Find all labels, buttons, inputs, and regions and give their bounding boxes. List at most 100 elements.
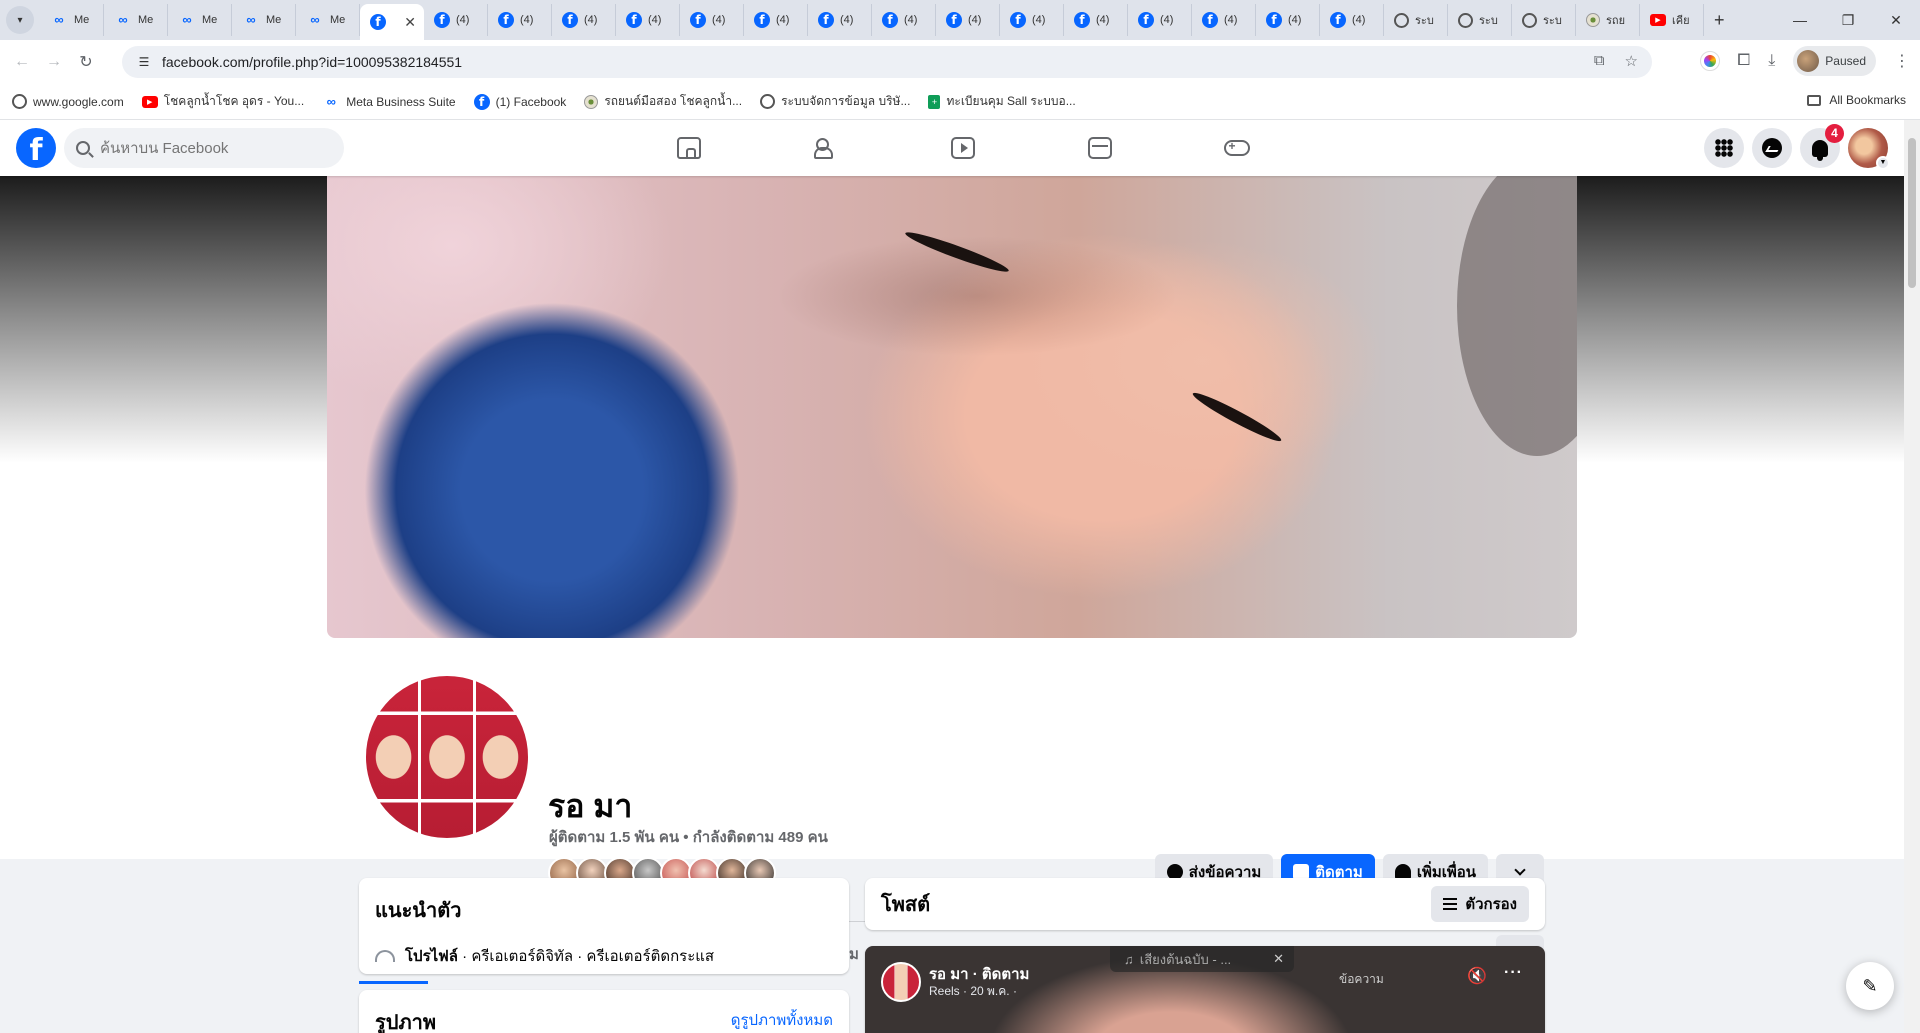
notifications-button[interactable]: 4 (1800, 124, 1844, 168)
see-all-photos-link[interactable]: ดูรูปภาพทั้งหมด (731, 1008, 833, 1032)
browser-tab[interactable]: f (4) (1000, 4, 1064, 36)
browser-tab[interactable]: รถย (1576, 4, 1640, 36)
intro-category-bold: โปรไฟล์ (405, 948, 458, 965)
mute-icon[interactable]: 🔇 (1467, 966, 1487, 986)
meta-icon: ∞ (54, 12, 64, 27)
browser-tab[interactable]: f (4) (616, 4, 680, 36)
tab-title: (4) (712, 14, 726, 26)
tab-title: ระบ (1479, 15, 1498, 27)
browser-tab[interactable]: ∞ Me (40, 4, 104, 36)
nav-home[interactable] (620, 120, 757, 176)
url-text[interactable]: facebook.com/profile.php?id=100095382184… (162, 54, 462, 70)
bookmark-star-icon[interactable]: ☆ (1625, 52, 1638, 70)
scrollbar-thumb[interactable] (1908, 138, 1916, 288)
close-window-button[interactable]: ✕ (1872, 12, 1920, 29)
browser-tab[interactable]: f (4) (936, 4, 1000, 36)
browser-tab-active[interactable]: f ✕ (360, 4, 424, 40)
video-icon (950, 137, 975, 159)
new-tab-button[interactable]: + (1714, 10, 1725, 31)
profile-follow-stats[interactable]: ผู้ติดตาม 1.5 พัน คน • กำลังติดตาม 489 ค… (549, 825, 828, 849)
browser-menu-icon[interactable]: ⋮ (1894, 51, 1910, 71)
post-meta: Reels · 20 พ.ค. · (929, 984, 1017, 998)
cover-photo[interactable] (327, 176, 1577, 638)
friends-icon (813, 137, 838, 159)
browser-tab[interactable]: f (4) (1128, 4, 1192, 36)
nav-marketplace[interactable] (1031, 120, 1168, 176)
reload-button[interactable]: ↻ (70, 52, 102, 72)
app-grid-icon (1715, 139, 1733, 157)
gaming-icon (1223, 139, 1250, 156)
facebook-logo-icon[interactable]: f (16, 128, 56, 168)
bookmark-item[interactable]: www.google.com (12, 94, 124, 109)
forward-button[interactable]: → (38, 53, 70, 71)
post-author-avatar[interactable] (881, 962, 921, 1002)
browser-tab[interactable]: f (4) (1192, 4, 1256, 36)
reel-post[interactable]: รอ มา · ติดตาม Reels · 20 พ.ค. · ♫ เสียง… (865, 946, 1545, 1033)
extensions-icon[interactable]: ⧠ (1737, 52, 1750, 70)
browser-tab[interactable]: f (4) (744, 4, 808, 36)
nav-friends[interactable] (757, 120, 894, 176)
close-icon[interactable]: ✕ (1273, 951, 1284, 967)
facebook-icon: f (690, 12, 706, 28)
browser-tab[interactable]: f (4) (424, 4, 488, 36)
browser-tab[interactable]: ▶ เคีย (1640, 4, 1704, 36)
browser-tab[interactable]: f (4) (1256, 4, 1320, 36)
tab-search-button[interactable]: ▾ (6, 6, 34, 34)
intro-category-text: โปรไฟล์ · ครีเอเตอร์ดิจิทัล · ครีเอเตอร์… (405, 944, 714, 968)
browser-tab[interactable]: ∞ Me (232, 4, 296, 36)
tab-title: เคีย (1672, 15, 1690, 27)
nav-video[interactable] (894, 120, 1031, 176)
browser-tab[interactable]: ∞ Me (296, 4, 360, 36)
browser-tab[interactable]: ∞ Me (104, 4, 168, 36)
browser-tab[interactable]: ∞ Me (168, 4, 232, 36)
messenger-button[interactable] (1752, 128, 1792, 168)
all-bookmarks-button[interactable]: All Bookmarks (1807, 93, 1906, 107)
nav-gaming[interactable] (1168, 120, 1305, 176)
browser-tab[interactable]: f (4) (552, 4, 616, 36)
bookmarks-bar: www.google.com ▶ โชคลูกน้ำโชค อุดร - You..… (0, 84, 1920, 120)
back-button[interactable]: ← (6, 53, 38, 71)
filter-button[interactable]: ตัวกรอง (1431, 886, 1529, 922)
browser-tab[interactable]: f (4) (680, 4, 744, 36)
page-scrollbar[interactable] (1904, 120, 1920, 1033)
meta-icon: ∞ (246, 12, 256, 27)
account-avatar[interactable]: ▼ (1848, 128, 1890, 170)
site-info-icon[interactable]: ☰ (136, 54, 152, 70)
browser-tab[interactable]: ระบ (1384, 4, 1448, 36)
bookmark-item[interactable]: ▶ โชคลูกน้ำโชค อุดร - You... (141, 92, 304, 111)
browser-tab[interactable]: f (4) (1064, 4, 1128, 36)
filter-label: ตัวกรอง (1465, 896, 1517, 913)
browser-tab[interactable]: f (4) (1320, 4, 1384, 36)
tab-title: ระบ (1543, 15, 1562, 27)
browser-tab[interactable]: f (4) (872, 4, 936, 36)
menu-button[interactable] (1704, 128, 1744, 168)
close-tab-icon[interactable]: ✕ (404, 14, 416, 31)
search-input[interactable] (100, 139, 320, 157)
sound-pill[interactable]: ♫ เสียงต้นฉบับ - ... ✕ (1110, 946, 1294, 972)
bookmark-item[interactable]: + ทะเบียนคุม Sall ระบบอ... (928, 92, 1076, 111)
restore-button[interactable]: ❐ (1824, 12, 1872, 29)
facebook-search[interactable] (64, 128, 344, 168)
post-options-icon[interactable]: ··· (1504, 964, 1523, 982)
address-bar[interactable]: ☰ facebook.com/profile.php?id=1000953821… (122, 46, 1652, 78)
tab-title: ระบ (1415, 15, 1434, 27)
browser-tab[interactable]: f (4) (488, 4, 552, 36)
download-icon[interactable]: ⤓ (1768, 52, 1775, 70)
browser-tab[interactable]: ระบ (1512, 4, 1576, 36)
bookmark-item[interactable]: f (1) Facebook (473, 93, 566, 110)
minimize-button[interactable]: — (1776, 12, 1824, 28)
bookmark-item[interactable]: ระบบจัดการข้อมูล บริษั... (760, 92, 910, 111)
globe-icon (12, 94, 27, 109)
color-extension-icon[interactable] (1700, 51, 1721, 71)
bookmark-item[interactable]: รถยนต์มือสอง โชคลูกน้ำ... (584, 92, 742, 111)
facebook-icon: f (626, 12, 642, 28)
profile-picture[interactable] (362, 672, 532, 842)
info-icon (375, 950, 395, 962)
install-app-icon[interactable]: ⧉ (1594, 52, 1605, 70)
sync-status-label: Paused (1825, 54, 1866, 68)
browser-tab[interactable]: ระบ (1448, 4, 1512, 36)
bookmark-item[interactable]: ∞ Meta Business Suite (322, 95, 456, 109)
browser-tab[interactable]: f (4) (808, 4, 872, 36)
new-message-button[interactable]: ✎ (1846, 962, 1894, 1010)
profile-sync-button[interactable]: Paused (1793, 46, 1876, 76)
